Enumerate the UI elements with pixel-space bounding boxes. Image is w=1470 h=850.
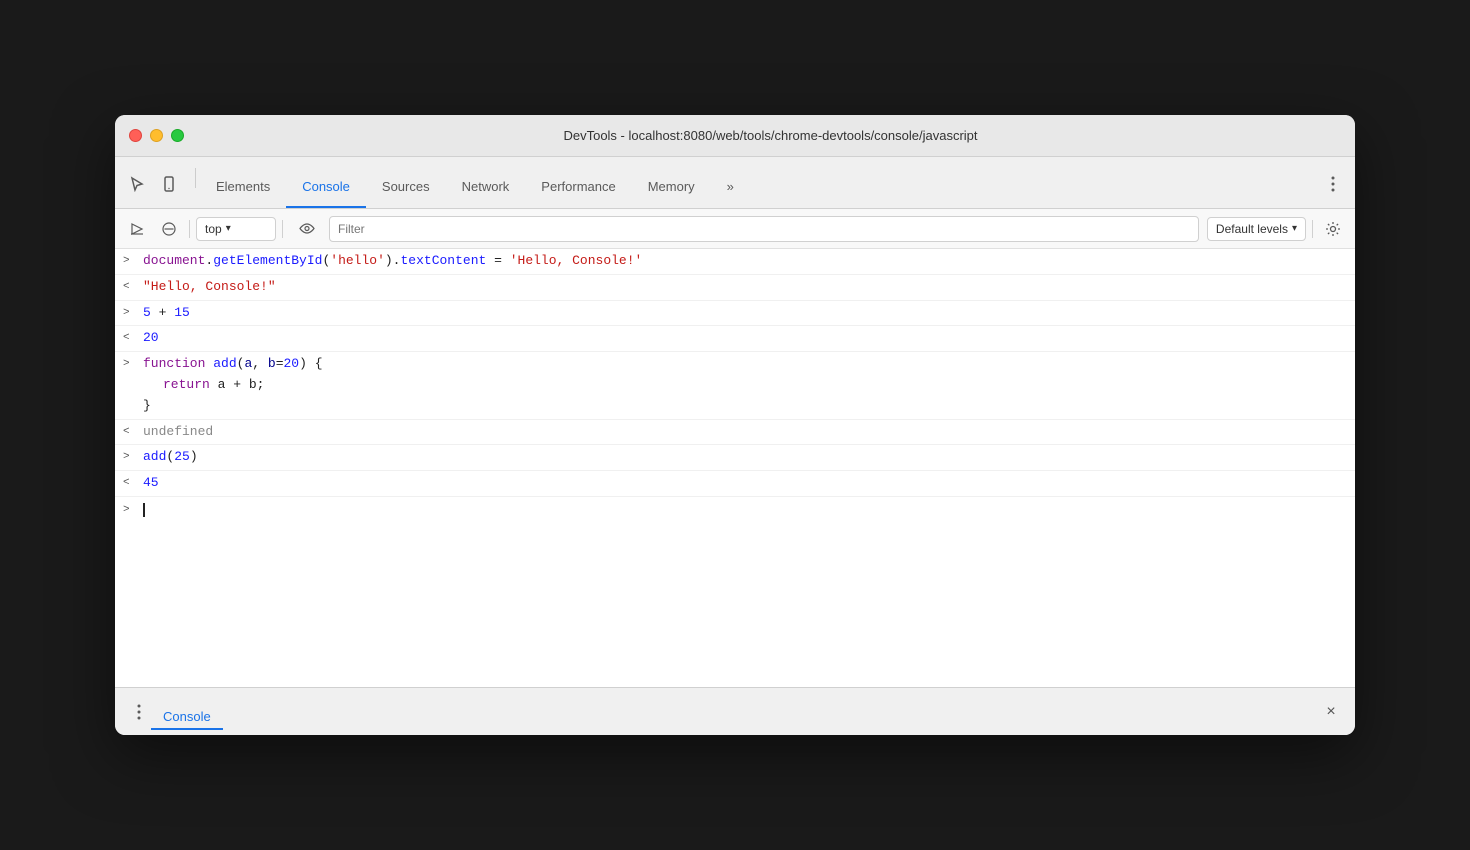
traffic-lights xyxy=(129,129,184,142)
mobile-icon[interactable] xyxy=(155,170,183,198)
drawer-tab-label: Console xyxy=(163,709,211,728)
window-title: DevTools - localhost:8080/web/tools/chro… xyxy=(200,128,1341,143)
prop-1: textContent xyxy=(400,253,486,268)
string-1: 'hello' xyxy=(330,253,385,268)
minimize-button[interactable] xyxy=(150,129,163,142)
string-2: 'Hello, Console!' xyxy=(510,253,643,268)
tab-sources[interactable]: Sources xyxy=(366,166,446,208)
tab-bar: Elements Console Sources Network Perform… xyxy=(115,157,1355,209)
console-input-line[interactable]: > xyxy=(115,497,1355,524)
separator-3 xyxy=(1312,220,1313,238)
console-content-5: function add(a, b=20) { return a + b; } xyxy=(143,354,1347,416)
context-selector[interactable]: top ▾ xyxy=(196,217,276,241)
filter-input[interactable] xyxy=(329,216,1199,242)
arrow-out-2: < xyxy=(123,277,143,297)
arrow-out-6: < xyxy=(123,422,143,442)
devtools-window: DevTools - localhost:8080/web/tools/chro… xyxy=(115,115,1355,735)
console-content-6: undefined xyxy=(143,422,1347,443)
method-1: getElementById xyxy=(213,253,322,268)
cursor-icon[interactable] xyxy=(123,170,151,198)
tabs: Elements Console Sources Network Perform… xyxy=(200,166,1319,208)
tab-performance[interactable]: Performance xyxy=(525,166,631,208)
more-vert-icon[interactable] xyxy=(1319,170,1347,198)
drawer-tab-console[interactable]: Console xyxy=(151,694,223,730)
input-arrow: > xyxy=(123,500,143,520)
arrow-out-8: < xyxy=(123,473,143,493)
tab-elements[interactable]: Elements xyxy=(200,166,286,208)
title-bar: DevTools - localhost:8080/web/tools/chro… xyxy=(115,115,1355,157)
execute-icon[interactable] xyxy=(123,215,151,243)
console-content-7: add(25) xyxy=(143,447,1347,468)
close-button[interactable] xyxy=(129,129,142,142)
chevron-down-icon: ▾ xyxy=(226,223,231,234)
console-line-4: < 20 xyxy=(115,326,1355,352)
context-label: top xyxy=(205,222,222,236)
arrow-in-5: > xyxy=(123,354,143,374)
console-line-1: > document.getElementById('hello').textC… xyxy=(115,249,1355,275)
tab-memory[interactable]: Memory xyxy=(632,166,711,208)
levels-selector[interactable]: Default levels ▾ xyxy=(1207,217,1306,241)
arrow-out-4: < xyxy=(123,328,143,348)
console-content-8: 45 xyxy=(143,473,1347,494)
console-line-6: < undefined xyxy=(115,420,1355,446)
cursor-blink xyxy=(143,503,145,517)
drawer-dots-icon[interactable] xyxy=(127,700,151,724)
maximize-button[interactable] xyxy=(171,129,184,142)
arrow-in-3: > xyxy=(123,303,143,323)
tab-more[interactable]: » xyxy=(711,166,750,208)
toolbar-right xyxy=(1319,170,1347,208)
separator-2 xyxy=(282,220,283,238)
console-line-8: < 45 xyxy=(115,471,1355,497)
clear-icon[interactable] xyxy=(155,215,183,243)
keyword-1: document xyxy=(143,253,205,268)
tab-network[interactable]: Network xyxy=(446,166,526,208)
arrow-in-1: > xyxy=(123,251,143,271)
console-content-3: 5 + 15 xyxy=(143,303,1347,324)
console-line-2: < "Hello, Console!" xyxy=(115,275,1355,301)
input-content xyxy=(143,500,1347,521)
eye-icon[interactable] xyxy=(293,215,321,243)
tab-divider xyxy=(195,168,196,188)
console-line-3: > 5 + 15 xyxy=(115,301,1355,327)
console-line-7: > add(25) xyxy=(115,445,1355,471)
console-content-2: "Hello, Console!" xyxy=(143,277,1347,298)
drawer-close-button[interactable]: × xyxy=(1319,700,1343,724)
console-content-1: document.getElementById('hello').textCon… xyxy=(143,251,1347,272)
arrow-in-7: > xyxy=(123,447,143,467)
console-toolbar: top ▾ Default levels ▾ xyxy=(115,209,1355,249)
console-content-4: 20 xyxy=(143,328,1347,349)
separator-1 xyxy=(189,220,190,238)
toolbar-left xyxy=(123,170,183,208)
tab-console[interactable]: Console xyxy=(286,166,366,208)
console-output[interactable]: > document.getElementById('hello').textC… xyxy=(115,249,1355,687)
levels-label: Default levels xyxy=(1216,222,1288,236)
console-line-5: > function add(a, b=20) { return a + b; … xyxy=(115,352,1355,419)
levels-chevron-icon: ▾ xyxy=(1292,223,1297,234)
bottom-drawer: Console × xyxy=(115,687,1355,735)
gear-icon[interactable] xyxy=(1319,215,1347,243)
close-icon: × xyxy=(1326,703,1335,721)
